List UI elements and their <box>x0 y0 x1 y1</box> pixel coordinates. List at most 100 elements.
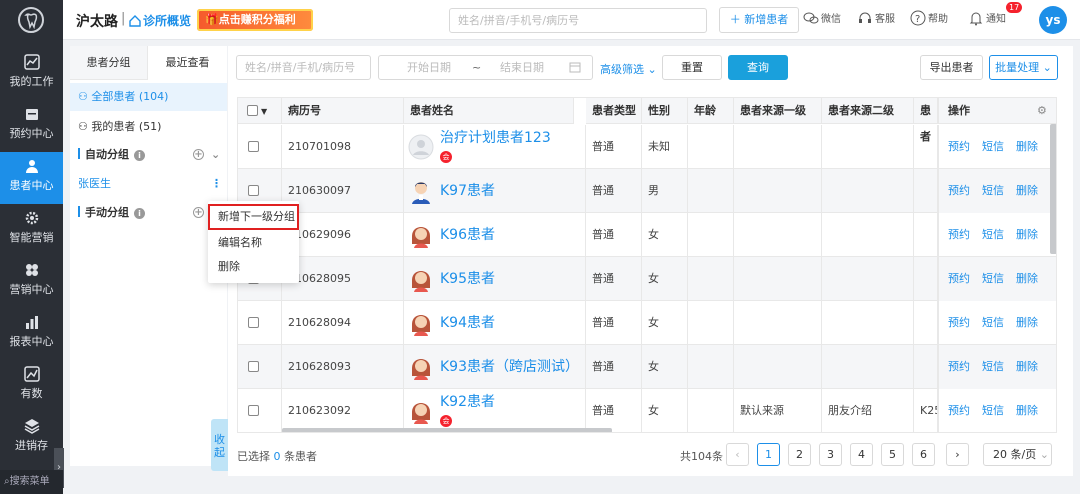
appointment-link[interactable]: 预约 <box>948 272 970 285</box>
page-button[interactable]: 3 <box>819 443 842 466</box>
table-row[interactable]: 210630097 K97患者 普通男 预约 短信 删除 <box>238 169 1056 213</box>
delete-link[interactable]: 删除 <box>1016 228 1038 241</box>
select-all-header[interactable]: ▼ <box>238 98 282 124</box>
patient-search-input[interactable]: 姓名/拼音/手机/病历号 <box>236 55 371 80</box>
promo-banner[interactable]: 🎁点击赚积分福利 <box>197 9 313 31</box>
sms-link[interactable]: 短信 <box>982 140 1004 153</box>
sms-link[interactable]: 短信 <box>982 316 1004 329</box>
caret-down-icon[interactable]: ▼ <box>261 107 267 116</box>
menu-item-delete[interactable]: 删除 <box>208 255 299 279</box>
sidebar-item-4[interactable]: 营销中心 <box>0 256 63 308</box>
menu-item-rename[interactable]: 编辑名称 <box>208 231 299 255</box>
delete-link[interactable]: 删除 <box>1016 316 1038 329</box>
prev-page-button[interactable]: ‹ <box>726 443 749 466</box>
page-size-select[interactable]: 20 条/页 ⌄ <box>983 443 1052 466</box>
sidebar-item-5[interactable]: 报表中心 <box>0 308 63 360</box>
global-search-input[interactable]: 姓名/拼音/手机号/病历号 <box>449 8 707 33</box>
sidebar-item-3[interactable]: 智能营销 <box>0 204 63 256</box>
group-doctor[interactable]: 张医生 ⋮ <box>70 170 227 198</box>
patient-name-link[interactable]: K96患者 <box>440 226 495 244</box>
appointment-link[interactable]: 预约 <box>948 316 970 329</box>
batch-actions-button[interactable]: 批量处理 ⌄ <box>989 55 1058 80</box>
next-page-button[interactable]: › <box>946 443 969 466</box>
date-range-picker[interactable]: 开始日期 ~ 结束日期 <box>378 55 593 80</box>
sms-link[interactable]: 短信 <box>982 272 1004 285</box>
patient-name-link[interactable]: K97患者 <box>440 182 495 200</box>
reset-button[interactable]: 重置 <box>662 55 722 80</box>
patient-name-link[interactable]: K92患者 <box>440 393 495 411</box>
sidebar-item-0[interactable]: 我的工作 <box>0 48 63 100</box>
sms-link[interactable]: 短信 <box>982 360 1004 373</box>
sidebar-item-2[interactable]: 患者中心 <box>0 152 63 204</box>
select-all-checkbox[interactable] <box>247 105 258 116</box>
page-button[interactable]: 1 <box>757 443 780 466</box>
notify-button[interactable]: 通知 <box>968 10 1006 26</box>
column-settings-icon[interactable]: ⚙ <box>1037 98 1047 124</box>
menu-search[interactable]: ⌕搜索菜单 <box>0 470 63 494</box>
tab-recent[interactable]: 最近查看 <box>148 46 227 80</box>
horizontal-scrollbar[interactable] <box>282 428 612 432</box>
cell-actions: 预约 短信 删除 <box>938 389 1056 432</box>
clinic-name[interactable]: 沪太路 <box>76 11 118 31</box>
appointment-link[interactable]: 预约 <box>948 184 970 197</box>
new-patient-button[interactable]: ＋ 新增患者 <box>719 7 799 33</box>
row-checkbox[interactable] <box>248 317 259 328</box>
tab-patient-groups[interactable]: 患者分组 <box>70 46 148 80</box>
help-button[interactable]: ? 帮助 <box>910 10 948 26</box>
patient-name-link[interactable]: 治疗计划患者123 <box>440 129 551 147</box>
add-group-icon[interactable]: + <box>193 207 204 218</box>
user-avatar[interactable]: ys <box>1039 6 1067 34</box>
patient-avatar <box>412 227 430 248</box>
appointment-link[interactable]: 预约 <box>948 404 970 417</box>
query-button[interactable]: 查询 <box>728 55 788 80</box>
group-all-patients[interactable]: ⚇ 全部患者 (104) <box>70 83 227 111</box>
sidebar-item-1[interactable]: 预约中心 <box>0 100 63 152</box>
delete-link[interactable]: 删除 <box>1016 272 1038 285</box>
table-row[interactable]: 210701098 治疗计划患者123 会 普通 未知 预约 短信 删除 <box>238 125 1056 169</box>
delete-link[interactable]: 删除 <box>1016 404 1038 417</box>
page-button[interactable]: 4 <box>850 443 873 466</box>
delete-link[interactable]: 删除 <box>1016 184 1038 197</box>
appointment-link[interactable]: 预约 <box>948 140 970 153</box>
advanced-filter-toggle[interactable]: 高级筛选 ⌄ <box>600 61 657 77</box>
table-row[interactable]: 210628093 K93患者（跨店测试） 普通女 预约 短信 删除 <box>238 345 1056 389</box>
wechat-button[interactable]: 微信 <box>803 10 841 26</box>
group-manual-header[interactable]: 手动分组 i + <box>70 199 227 227</box>
page-button[interactable]: 6 <box>912 443 935 466</box>
table-row[interactable]: 210629096 K96患者 普通女 预约 短信 删除 <box>238 213 1056 257</box>
clinic-overview-link[interactable]: 诊所概览 <box>129 12 191 29</box>
sidebar-item-6[interactable]: 有数 <box>0 360 63 412</box>
patient-name-link[interactable]: K94患者 <box>440 314 495 332</box>
group-my-patients[interactable]: ⚇ 我的患者 (51) <box>70 113 227 141</box>
row-checkbox[interactable] <box>248 141 259 152</box>
row-checkbox[interactable] <box>248 361 259 372</box>
page-button[interactable]: 5 <box>881 443 904 466</box>
row-checkbox[interactable] <box>248 185 259 196</box>
chevron-down-icon[interactable]: ⌄ <box>211 141 220 169</box>
appointment-link[interactable]: 预约 <box>948 360 970 373</box>
export-patients-button[interactable]: 导出患者 <box>920 55 983 80</box>
group-auto-header[interactable]: 自动分组 i + ⌄ <box>70 141 227 169</box>
appointment-link[interactable]: 预约 <box>948 228 970 241</box>
patient-name-link[interactable]: K95患者 <box>440 270 495 288</box>
table-row[interactable]: 210623092K92患者会普通女默认来源朋友介绍K25预约短信删除 <box>238 389 1056 432</box>
table-row[interactable]: 210628094 K94患者 普通女 预约 短信 删除 <box>238 301 1056 345</box>
page-button[interactable]: 2 <box>788 443 811 466</box>
row-checkbox[interactable] <box>248 405 259 416</box>
more-icon[interactable]: ⋮ <box>211 170 222 198</box>
sms-link[interactable]: 短信 <box>982 404 1004 417</box>
add-group-icon[interactable]: + <box>193 149 204 160</box>
vertical-scrollbar[interactable] <box>1050 124 1056 254</box>
patient-name-link[interactable]: K93患者（跨店测试） <box>440 358 579 376</box>
patient-avatar <box>412 271 430 292</box>
cell-source-2 <box>822 257 914 301</box>
table-row[interactable]: 210628095 K95患者 普通女 预约 短信 删除 <box>238 257 1056 301</box>
delete-link[interactable]: 删除 <box>1016 140 1038 153</box>
collapse-panel-button[interactable]: 收起 <box>211 419 228 471</box>
sms-link[interactable]: 短信 <box>982 228 1004 241</box>
row-select-cell <box>238 301 282 345</box>
menu-item-add-subgroup[interactable]: 新增下一级分组 <box>208 204 299 230</box>
delete-link[interactable]: 删除 <box>1016 360 1038 373</box>
service-button[interactable]: 客服 <box>857 10 895 26</box>
sms-link[interactable]: 短信 <box>982 184 1004 197</box>
